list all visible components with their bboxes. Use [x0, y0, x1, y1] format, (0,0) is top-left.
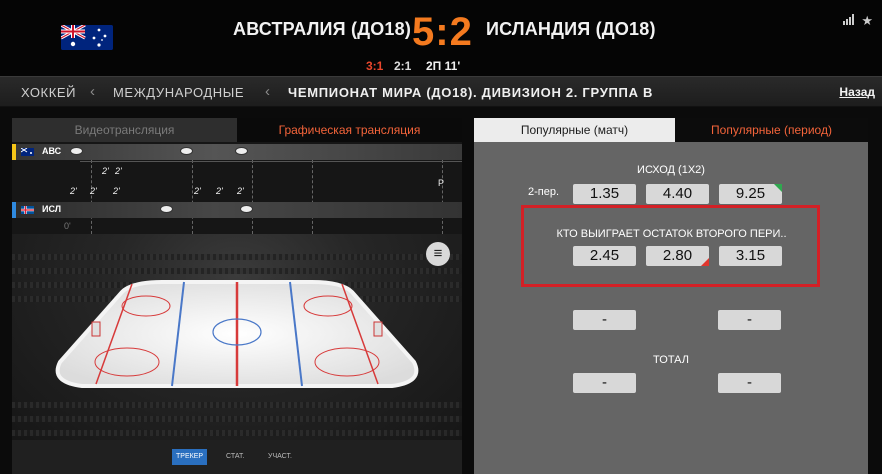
broadcast-panel: Видеотрансляция Графическая трансляция А… — [12, 118, 462, 474]
odds-up-indicator-icon — [774, 184, 782, 192]
away-team-name: ИСЛАНДИЯ (ДО18) — [486, 19, 656, 39]
penalty-mark: 2' — [113, 186, 120, 196]
odds-button[interactable]: - — [573, 373, 636, 393]
markets-list: ИСХОД (1X2) 2-пер. 1.35 4.40 9.25 КТО ВЫ… — [474, 142, 868, 474]
breadcrumb-category[interactable]: МЕЖДУНАРОДНЫЕ — [113, 85, 244, 100]
odds-button[interactable]: - — [573, 310, 636, 330]
event-tracker: АВС 2' 2' 2' 2' 2' 2' 2' 2' P ИСЛ 0' — [12, 142, 462, 234]
puck-icon — [70, 147, 83, 155]
home-color-bar — [12, 144, 16, 160]
puck-icon — [235, 147, 248, 155]
tab-popular-period[interactable]: Популярные (период) — [675, 118, 868, 142]
odds-button[interactable]: - — [718, 310, 781, 330]
time-zero-label: 0' — [64, 221, 71, 231]
scoreboard: АВСТРАЛИЯ (ДО18) 5:2 ИСЛАНДИЯ (ДО18) 3:1… — [0, 0, 882, 76]
odds-button[interactable]: 1.35 — [573, 184, 636, 204]
period-1-score: 3:1 — [366, 59, 384, 73]
penalty-mark: 2' — [216, 186, 223, 196]
menu-icon[interactable]: ≡ — [426, 242, 450, 266]
markets-panel: Популярные (матч) Популярные (период) ИС… — [474, 118, 868, 474]
home-tracker-row: АВС — [12, 144, 462, 160]
bar-chart-icon[interactable] — [843, 13, 855, 29]
outcome-row-label: 2-пер. — [528, 186, 560, 198]
breadcrumb: ХОККЕЙ ‹ МЕЖДУНАРОДНЫЕ ‹ ЧЕМПИОНАТ МИРА … — [0, 76, 882, 107]
australia-flag-icon — [61, 25, 113, 50]
tab-lineups[interactable]: УЧАСТ. — [264, 449, 296, 465]
odds-button[interactable]: 2.80 — [646, 246, 709, 266]
odds-button[interactable]: 4.40 — [646, 184, 709, 204]
odds-button[interactable]: - — [718, 373, 781, 393]
match-score: 5:2 — [412, 10, 473, 54]
home-abbr: АВС — [42, 146, 62, 156]
australia-flag-icon — [21, 148, 34, 156]
back-link[interactable]: Назад — [839, 85, 875, 99]
odds-value: 2.80 — [662, 247, 693, 264]
iceland-flag-icon — [21, 206, 34, 214]
market-title-total: ТОТАЛ — [653, 354, 689, 366]
tab-popular-match[interactable]: Популярные (матч) — [474, 118, 675, 142]
away-abbr: ИСЛ — [42, 204, 62, 214]
app-root: АВСТРАЛИЯ (ДО18) 5:2 ИСЛАНДИЯ (ДО18) 3:1… — [0, 0, 882, 474]
breadcrumb-tournament[interactable]: ЧЕМПИОНАТ МИРА (ДО18). ДИВИЗИОН 2. ГРУПП… — [288, 85, 653, 100]
tab-graphic-stream[interactable]: Графическая трансляция — [237, 118, 462, 142]
period-2-score: 2:1 — [394, 59, 412, 73]
broadcast-bottom-tabs: ТРЕКЕР СТАТ. УЧАСТ. — [12, 440, 462, 474]
penalty-mark: 2' — [194, 186, 201, 196]
tab-video-stream[interactable]: Видеотрансляция — [12, 118, 237, 142]
market-title-rest-of-period: КТО ВЫИГРАЕТ ОСТАТОК ВТОРОГО ПЕРИ.. — [556, 228, 787, 240]
odds-button[interactable]: 2.45 — [573, 246, 636, 266]
away-tracker-row: ИСЛ — [12, 202, 462, 218]
rink-scene — [12, 234, 462, 440]
home-team-name: АВСТРАЛИЯ (ДО18) — [233, 19, 412, 39]
penalty-mark: 2' — [237, 186, 244, 196]
tab-stats[interactable]: СТАТ. — [222, 449, 248, 465]
penalty-mark: 2' — [90, 186, 97, 196]
tab-tracker[interactable]: ТРЕКЕР — [172, 449, 208, 465]
puck-icon — [240, 205, 253, 213]
breadcrumb-sport[interactable]: ХОККЕЙ — [21, 85, 76, 100]
odds-button[interactable]: 3.15 — [719, 246, 782, 266]
chevron-left-icon: ‹ — [90, 83, 95, 100]
puck-icon — [160, 205, 173, 213]
penalty-mark: 2' — [70, 186, 77, 196]
odds-button[interactable]: 9.25 — [719, 184, 782, 204]
odds-down-indicator-icon — [701, 258, 709, 266]
odds-value: 9.25 — [735, 185, 766, 202]
match-clock: 2П 11' — [426, 59, 461, 73]
period-marker: P — [438, 178, 445, 188]
hockey-rink-icon — [55, 280, 419, 388]
puck-icon — [180, 147, 193, 155]
star-icon[interactable]: ★ — [861, 13, 873, 29]
chevron-left-icon: ‹ — [265, 83, 270, 100]
market-title-outcome: ИСХОД (1X2) — [637, 164, 705, 176]
away-color-bar — [12, 202, 16, 218]
